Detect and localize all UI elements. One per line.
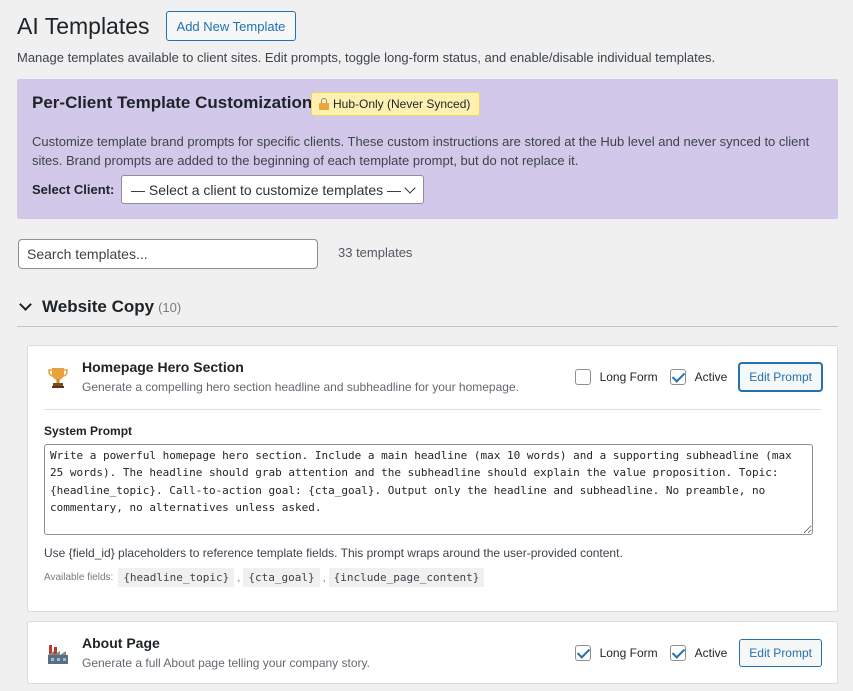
template-card-homepage-hero: Homepage Hero Section Generate a compell…: [27, 345, 838, 612]
client-customization-panel: Per-Client Template Customization Hub-On…: [17, 79, 838, 219]
template-card-about-page: About Page Generate a full About page te…: [27, 621, 838, 684]
factory-icon: [48, 645, 68, 664]
card-divider: [44, 409, 821, 410]
active-label: Active: [694, 370, 728, 384]
select-client-label: Select Client:: [32, 182, 115, 197]
template-count: 33 templates: [338, 245, 413, 260]
section-count: (10): [158, 300, 182, 315]
long-form-checkbox[interactable]: [574, 369, 591, 385]
hub-only-badge: Hub-Only (Never Synced): [311, 92, 481, 116]
long-form-toggle[interactable]: Long Form: [574, 369, 658, 385]
field-separator: ,: [322, 571, 326, 584]
client-select[interactable]: — Select a client to customize templates…: [121, 175, 424, 204]
collapse-chevron-icon[interactable]: [19, 298, 32, 311]
edit-prompt-button[interactable]: Edit Prompt: [739, 639, 822, 667]
available-fields-label: Available fields:: [44, 572, 114, 583]
active-label: Active: [694, 646, 728, 660]
client-select-value: — Select a client to customize templates…: [131, 181, 401, 198]
system-prompt-textarea[interactable]: Write a powerful homepage hero section. …: [44, 444, 813, 535]
template-controls: Long Form Active Edit Prompt: [574, 639, 822, 667]
search-templates-input[interactable]: [18, 239, 318, 269]
system-prompt-label: System Prompt: [44, 424, 133, 438]
hub-only-badge-label: Hub-Only (Never Synced): [333, 97, 471, 111]
chevron-down-icon: [404, 182, 416, 194]
long-form-label: Long Form: [599, 646, 658, 660]
field-chip: {headline_topic}: [118, 568, 235, 587]
page-title: AI Templates: [17, 13, 150, 39]
add-new-template-button[interactable]: Add New Template: [165, 11, 297, 41]
long-form-checkbox[interactable]: [574, 645, 591, 661]
field-chip: {include_page_content}: [328, 568, 485, 587]
lock-icon: [319, 98, 329, 110]
website-copy-section-header[interactable]: Website Copy (10): [17, 296, 838, 327]
edit-prompt-button[interactable]: Edit Prompt: [739, 363, 822, 391]
field-chip: {cta_goal}: [243, 568, 320, 587]
customization-title: Per-Client Template Customization: [32, 93, 313, 112]
section-title: Website Copy (10): [42, 297, 181, 317]
active-toggle[interactable]: Active: [669, 645, 728, 661]
long-form-label: Long Form: [599, 370, 658, 384]
active-checkbox[interactable]: [669, 369, 686, 385]
template-title: Homepage Hero Section: [82, 359, 244, 375]
field-separator: ,: [237, 571, 241, 584]
trophy-icon: [48, 368, 68, 388]
template-title: About Page: [82, 635, 160, 651]
active-checkbox[interactable]: [669, 645, 686, 661]
template-description: Generate a full About page telling your …: [82, 656, 370, 670]
page-subtitle: Manage templates available to client sit…: [17, 50, 716, 65]
active-toggle[interactable]: Active: [669, 369, 728, 385]
page-header: AI Templates Add New Template: [17, 10, 297, 42]
template-controls: Long Form Active Edit Prompt: [574, 363, 822, 391]
available-fields: Available fields: {headline_topic} , {ct…: [44, 568, 485, 587]
prompt-help-text: Use {field_id} placeholders to reference…: [44, 546, 623, 560]
section-title-text: Website Copy: [42, 297, 155, 316]
customization-description: Customize template brand prompts for spe…: [32, 134, 810, 168]
template-description: Generate a compelling hero section headl…: [82, 380, 519, 394]
long-form-toggle[interactable]: Long Form: [574, 645, 658, 661]
